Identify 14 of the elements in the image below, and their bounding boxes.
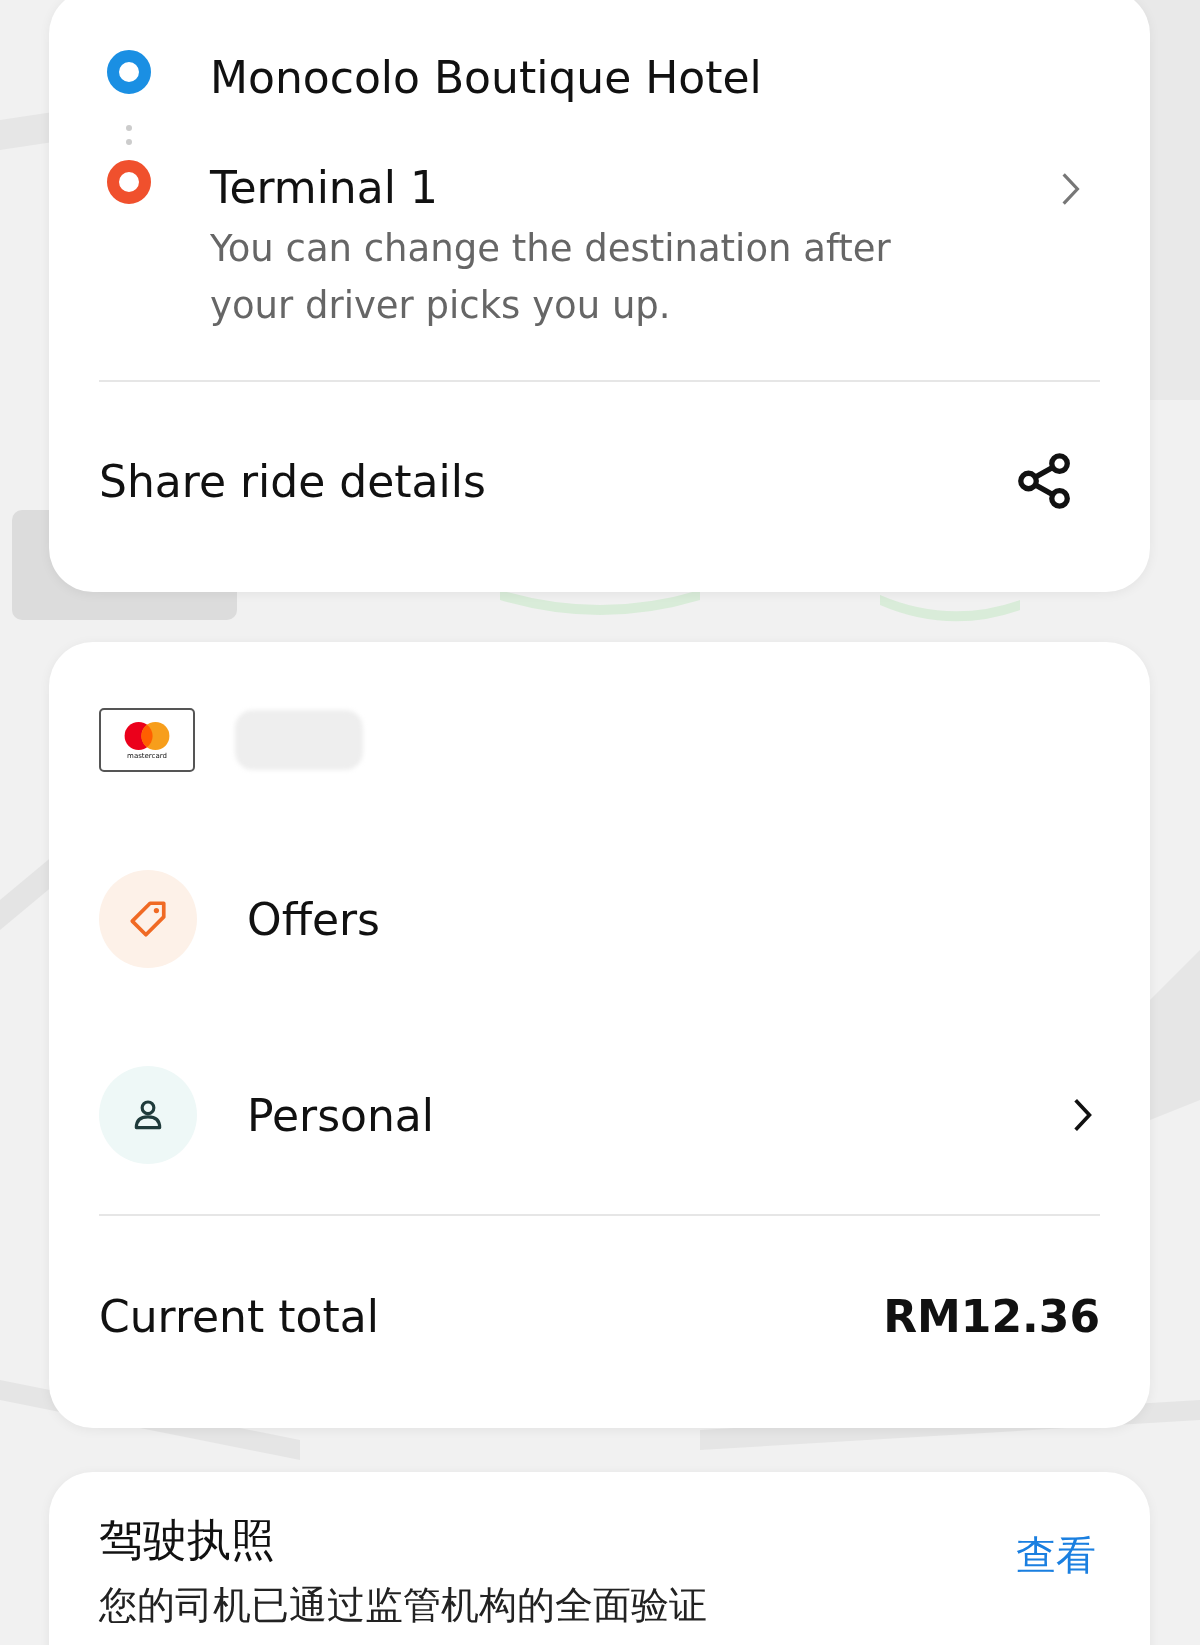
pickup-dot-icon — [107, 50, 151, 94]
view-link[interactable]: 查看 — [1016, 1528, 1096, 1583]
destination-note: You can change the destination after your driver picks you up. — [210, 226, 892, 329]
offers-row[interactable]: Offers — [99, 870, 1100, 968]
pickup-location: Monocolo Boutique Hotel — [210, 51, 762, 105]
destination-location[interactable]: Terminal 1 — [210, 160, 1060, 216]
license-title: 驾驶执照 — [99, 1513, 275, 1567]
destination-dot-icon — [107, 160, 151, 204]
total-amount: RM12.36 — [883, 1290, 1100, 1342]
personal-row[interactable]: Personal — [99, 1066, 1100, 1164]
license-note: 您的司机已通过监管机构的全面验证 — [99, 1583, 708, 1627]
route-dots-icon — [126, 125, 132, 145]
share-ride-label[interactable]: Share ride details — [99, 455, 486, 507]
total-label: Current total — [99, 1290, 379, 1342]
